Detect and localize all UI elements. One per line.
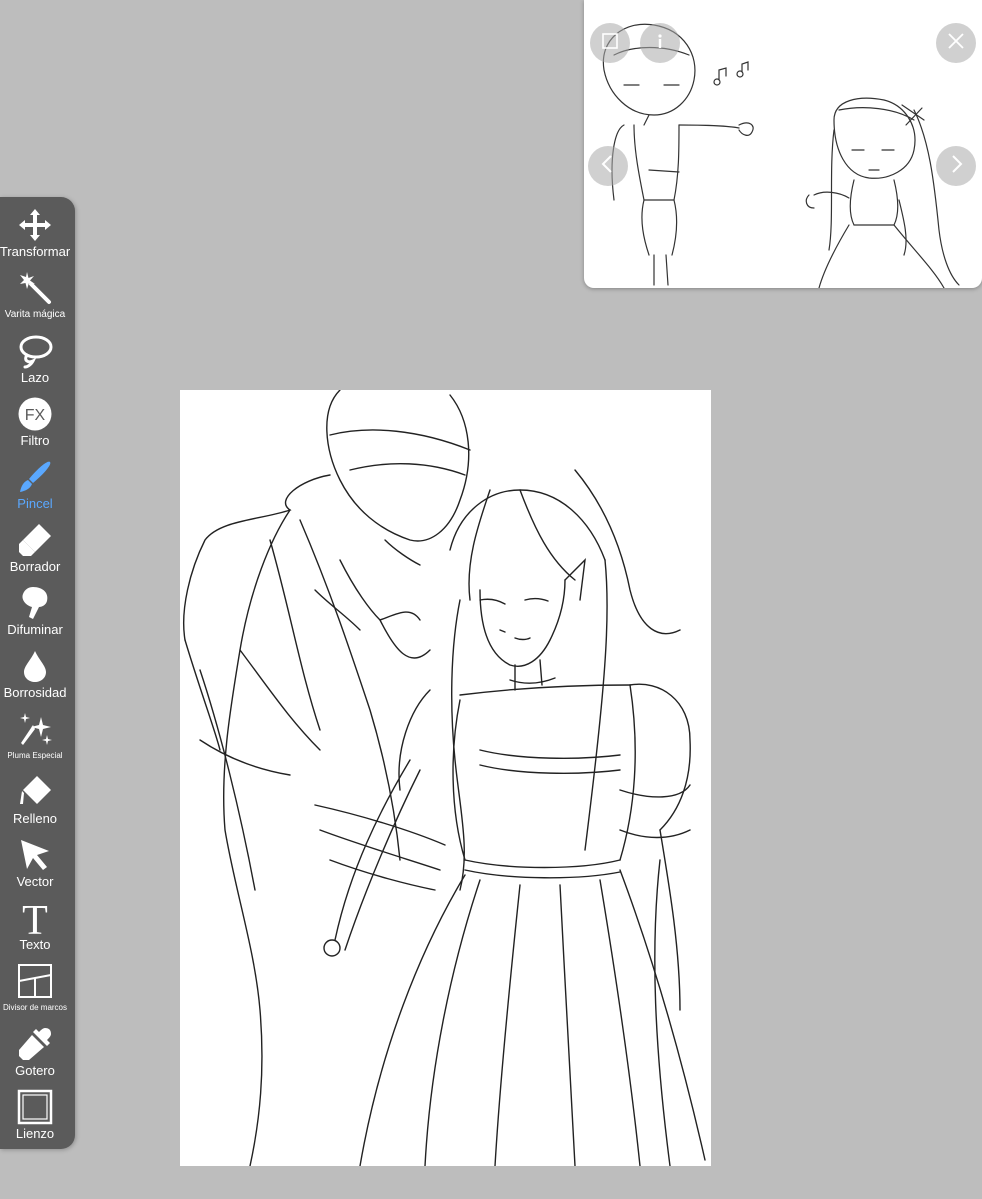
tool-smudge[interactable]: Difuminar <box>0 583 70 645</box>
tool-label: Lazo <box>20 370 50 385</box>
square-icon <box>600 31 620 56</box>
reference-square-button[interactable] <box>590 23 630 63</box>
cursor-arrow-icon <box>15 835 55 875</box>
tool-canvas[interactable]: Lienzo <box>0 1087 70 1149</box>
reference-next-button[interactable] <box>936 146 976 186</box>
eraser-icon <box>15 520 55 560</box>
lasso-icon <box>15 331 55 371</box>
tool-label: Lienzo <box>15 1126 55 1141</box>
svg-text:T: T <box>22 898 48 938</box>
tool-label: Gotero <box>15 1063 55 1078</box>
sketch-drawing <box>183 390 706 1166</box>
move-arrows-icon <box>15 205 55 245</box>
tool-blur[interactable]: Borrosidad <box>0 646 70 708</box>
eyedropper-icon <box>15 1024 55 1064</box>
tool-vector[interactable]: Vector <box>0 835 70 897</box>
svg-text:FX: FX <box>25 407 46 424</box>
reference-window[interactable] <box>584 0 982 288</box>
reference-info-button[interactable] <box>640 23 680 63</box>
fx-icon: FX <box>15 394 55 434</box>
tool-text[interactable]: T Texto <box>0 898 70 960</box>
tool-label: Pluma Especial <box>7 751 63 760</box>
tool-filter[interactable]: FX Filtro <box>0 394 70 456</box>
tool-brush[interactable]: Pincel <box>0 457 70 519</box>
chevron-left-icon <box>598 154 618 179</box>
drawing-canvas[interactable] <box>180 390 711 1166</box>
chevron-right-icon <box>946 154 966 179</box>
tool-special-pen[interactable]: Pluma Especial <box>0 709 70 771</box>
tool-label: Texto <box>19 937 51 952</box>
sparkle-pen-icon <box>15 709 55 749</box>
reference-prev-button[interactable] <box>588 146 628 186</box>
canvas-icon <box>15 1087 55 1127</box>
drop-icon <box>15 646 55 686</box>
tool-label: Borrosidad <box>3 685 67 700</box>
tool-label: Varita mágica <box>4 309 66 320</box>
info-icon <box>650 31 670 56</box>
close-icon <box>946 31 966 56</box>
reference-close-button[interactable] <box>936 23 976 63</box>
tool-label: Vector <box>16 874 54 889</box>
magic-wand-icon <box>15 268 55 308</box>
tool-label: Borrador <box>9 559 61 574</box>
tool-eyedropper[interactable]: Gotero <box>0 1024 70 1086</box>
tool-palette: Transformar Varita mágica Lazo FX Filtro… <box>0 197 75 1149</box>
tool-fill[interactable]: Relleno <box>0 772 70 834</box>
frame-divider-icon <box>15 961 55 1001</box>
tool-label: Filtro <box>20 433 50 448</box>
tool-lasso[interactable]: Lazo <box>0 331 70 393</box>
brush-icon <box>15 457 55 497</box>
tool-label: Pincel <box>17 496 53 511</box>
fill-bucket-icon <box>15 772 55 812</box>
smudge-icon <box>15 583 55 623</box>
workspace: Transformar Varita mágica Lazo FX Filtro… <box>0 0 982 1199</box>
tool-transform[interactable]: Transformar <box>0 205 70 267</box>
tool-magic-wand[interactable]: Varita mágica <box>0 268 70 330</box>
tool-label: Difuminar <box>7 622 63 637</box>
tool-label: Relleno <box>12 811 58 826</box>
text-t-icon: T <box>15 898 55 938</box>
tool-label: Transformar <box>0 244 71 259</box>
tool-eraser[interactable]: Borrador <box>0 520 70 582</box>
tool-frame-divider[interactable]: Divisor de marcos <box>0 961 70 1023</box>
tool-label: Divisor de marcos <box>2 1003 67 1012</box>
